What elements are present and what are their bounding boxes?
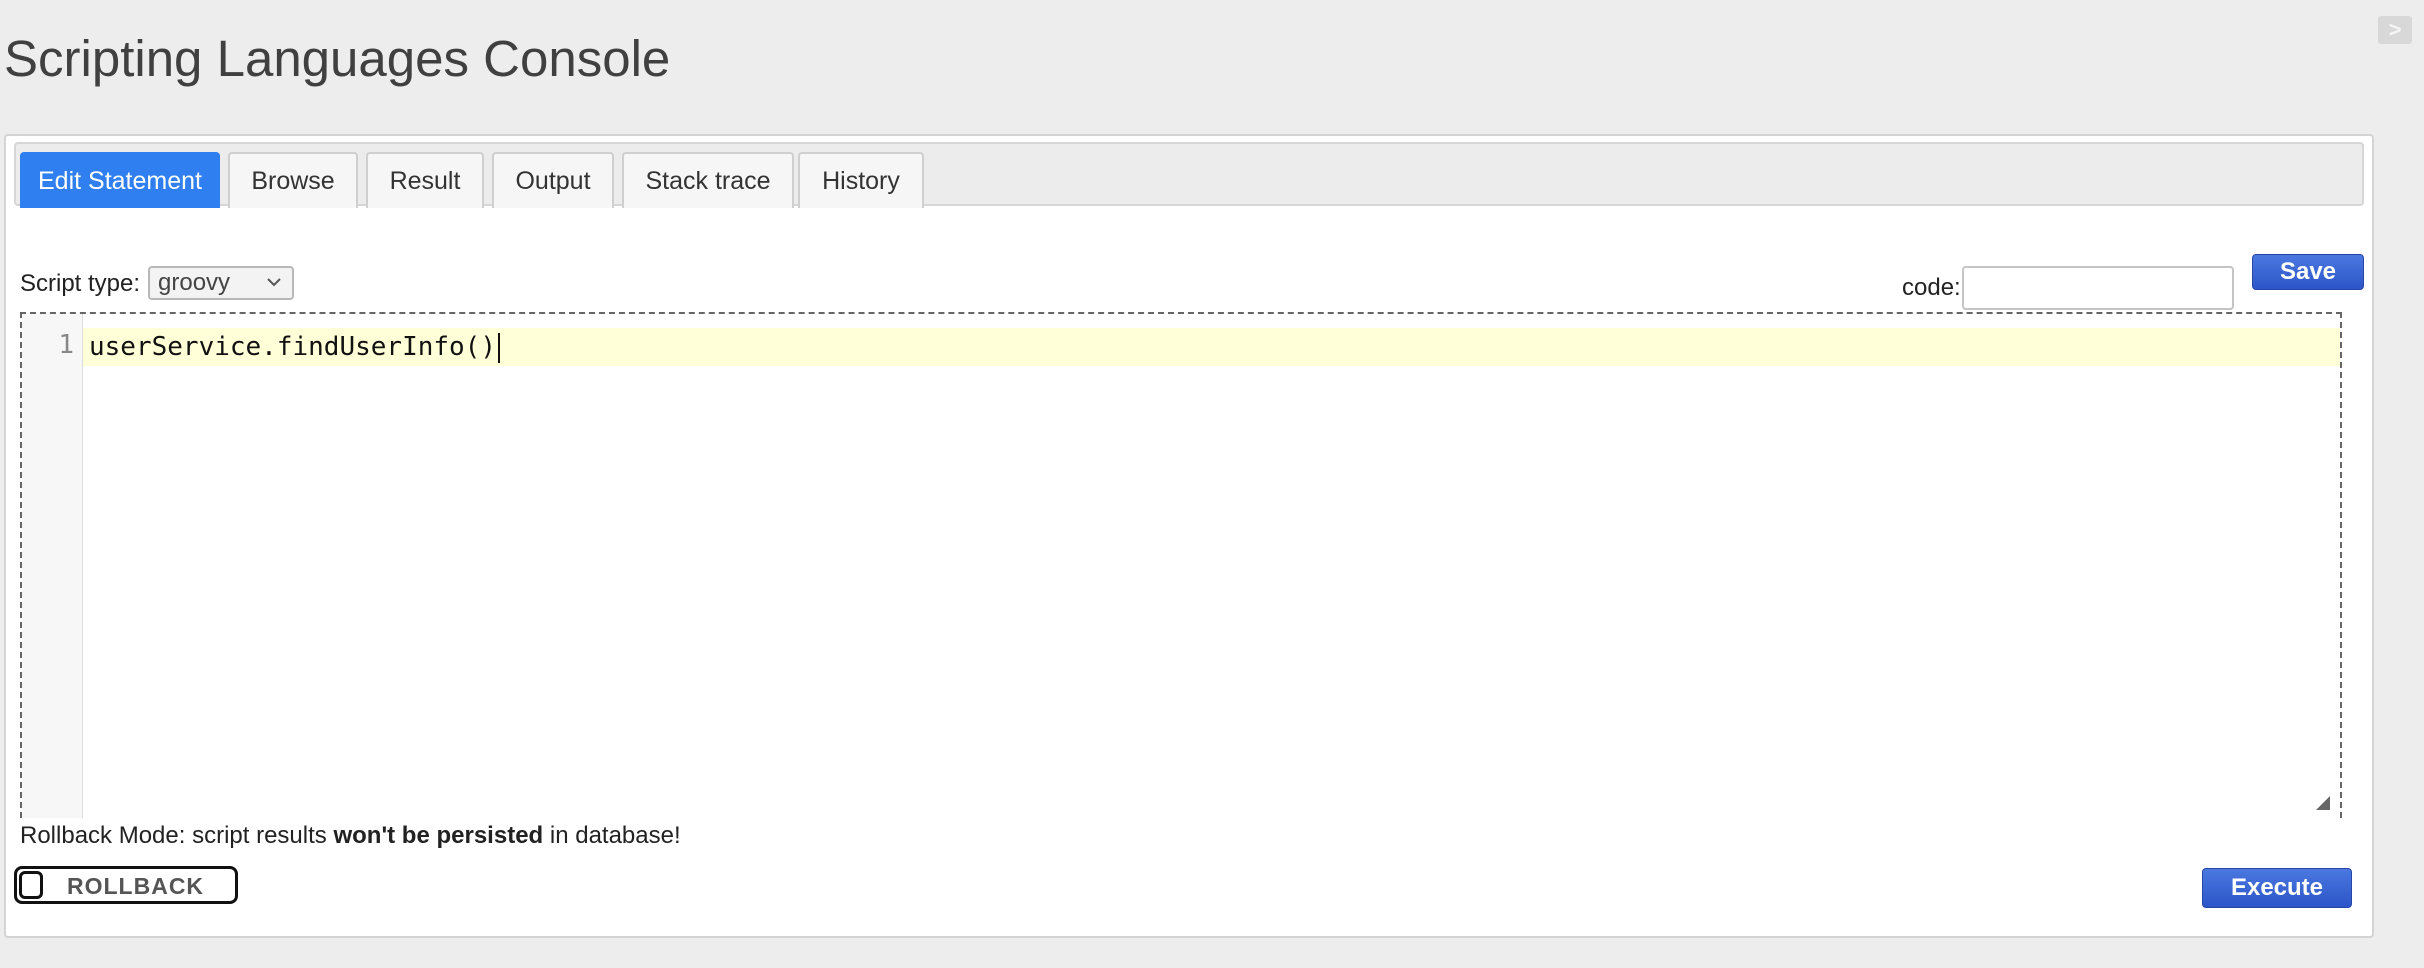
code-line[interactable]: userService.findUserInfo() <box>83 328 2340 366</box>
rollback-toggle-knob <box>19 871 43 899</box>
execute-button[interactable]: Execute <box>2202 868 2352 908</box>
console-panel: Edit Statement Browse Result Output Stac… <box>4 134 2374 938</box>
save-button[interactable]: Save <box>2252 254 2364 290</box>
script-type-label: Script type: <box>20 270 141 297</box>
rollback-toggle-label: ROLLBACK <box>67 873 205 899</box>
tab-history[interactable]: History <box>798 152 924 208</box>
script-type-value: groovy <box>158 269 231 296</box>
line-number: 1 <box>58 330 74 360</box>
chevron-right-icon: > <box>2388 17 2402 42</box>
rollback-notice-prefix: Rollback Mode: script results <box>20 822 334 849</box>
resize-handle-icon[interactable] <box>2316 796 2330 810</box>
tab-output[interactable]: Output <box>492 152 614 208</box>
code-editor[interactable]: 1 userService.findUserInfo() <box>20 312 2342 818</box>
code-label: code: <box>1902 274 1961 301</box>
chevron-down-icon <box>267 278 281 287</box>
rollback-notice-suffix: in database! <box>543 822 681 849</box>
tab-stack-trace[interactable]: Stack trace <box>622 152 794 208</box>
rollback-notice-emphasis: won't be persisted <box>333 822 544 849</box>
tab-edit-statement[interactable]: Edit Statement <box>20 152 220 208</box>
code-text: userService.findUserInfo() <box>89 332 496 362</box>
tab-result[interactable]: Result <box>366 152 484 208</box>
code-input[interactable] <box>1962 266 2234 310</box>
editor-gutter: 1 <box>22 314 83 818</box>
collapse-toggle-button[interactable]: > <box>2378 16 2412 44</box>
rollback-mode-notice: Rollback Mode: script results won't be p… <box>20 822 681 850</box>
page-title: Scripting Languages Console <box>4 30 671 87</box>
tab-bar: Edit Statement Browse Result Output Stac… <box>14 142 2364 208</box>
text-cursor <box>498 332 500 363</box>
rollback-toggle[interactable]: ROLLBACK <box>14 866 238 904</box>
script-type-select[interactable]: groovy <box>148 266 294 300</box>
tab-browse[interactable]: Browse <box>228 152 358 208</box>
